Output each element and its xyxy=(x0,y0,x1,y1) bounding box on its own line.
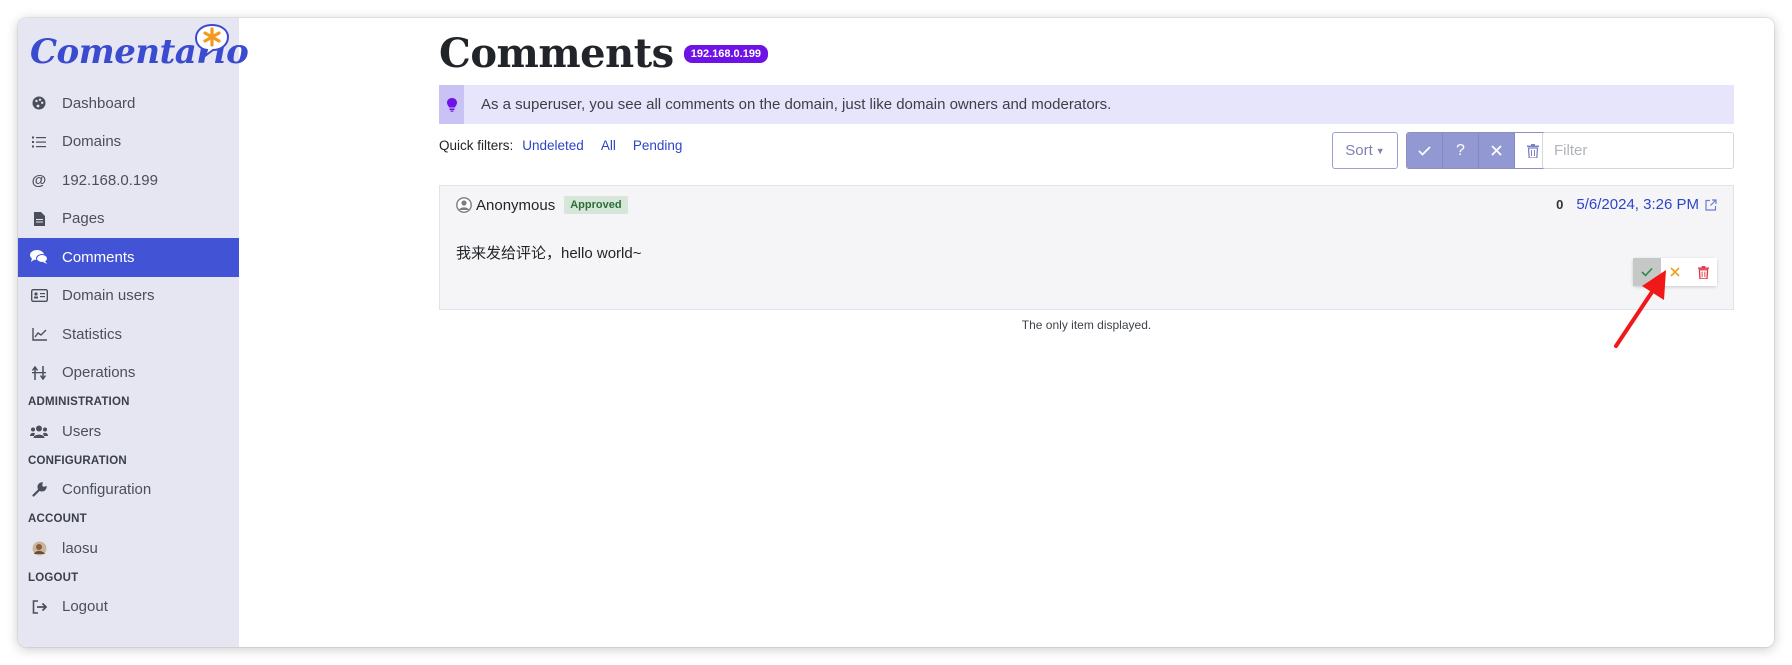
sidebar-item-users[interactable]: Users xyxy=(18,412,239,451)
logo[interactable]: Comentario xyxy=(30,22,249,82)
sidebar-item-dashboard[interactable]: Dashboard xyxy=(18,84,239,123)
sidebar-nav: Dashboard Domains @ 192.168.0.199 Pages xyxy=(18,84,239,626)
sidebar-item-label: laosu xyxy=(62,539,98,557)
sidebar: Comentario Dashboard Domains @ 192.168.0… xyxy=(18,18,249,647)
status-filter-group: ? xyxy=(1406,132,1552,169)
section-administration: ADMINISTRATION xyxy=(28,396,130,408)
info-alert: As a superuser, you see all comments on … xyxy=(439,85,1734,124)
sidebar-item-label: Operations xyxy=(62,364,136,382)
sidebar-item-pages[interactable]: Pages xyxy=(18,200,239,239)
list-icon xyxy=(30,133,48,151)
trash-icon xyxy=(1527,143,1539,158)
filter-all[interactable]: All xyxy=(601,138,616,153)
sort-button[interactable]: Sort ▼ xyxy=(1332,132,1398,169)
filter-rejected-button[interactable] xyxy=(1479,133,1515,168)
id-card-icon xyxy=(30,287,48,305)
section-account: ACCOUNT xyxy=(28,513,87,525)
sidebar-item-label: Pages xyxy=(62,210,105,228)
sidebar-item-statistics[interactable]: Statistics xyxy=(18,315,239,354)
sidebar-item-label: 192.168.0.199 xyxy=(62,171,158,189)
comment-meta: 0 5/6/2024, 3:26 PM xyxy=(1556,196,1717,213)
comment-header: Anonymous Approved xyxy=(456,196,628,214)
comment-author: Anonymous xyxy=(476,196,556,214)
sidebar-item-label: Statistics xyxy=(62,325,123,343)
status-badge: Approved xyxy=(564,196,628,214)
lightbulb-icon xyxy=(439,85,464,124)
section-logout: LOGOUT xyxy=(28,571,79,584)
file-icon xyxy=(30,210,48,228)
caret-down-icon: ▼ xyxy=(1375,145,1385,156)
main-content: Comments 192.168.0.199 As a superuser, y… xyxy=(239,18,1774,647)
annotation-arrow-icon xyxy=(1614,270,1666,348)
comment-toolbar: Sort ▼ ? xyxy=(1332,132,1552,169)
close-icon xyxy=(1491,145,1502,156)
sidebar-item-label: Configuration xyxy=(62,481,152,499)
avatar xyxy=(30,539,48,557)
filter-approved-button[interactable] xyxy=(1407,133,1443,168)
sidebar-item-domains[interactable]: Domains xyxy=(18,123,239,162)
sidebar-item-label: Comments xyxy=(62,248,135,266)
sidebar-item-label: Dashboard xyxy=(62,94,136,112)
external-link-icon[interactable] xyxy=(1705,198,1717,211)
sidebar-item-label: Users xyxy=(62,422,102,440)
sort-label: Sort xyxy=(1345,142,1373,159)
sidebar-item-label: Domain users xyxy=(62,287,155,305)
comment-text: 我来发给评论，hello world~ xyxy=(456,245,642,262)
alert-text: As a superuser, you see all comments on … xyxy=(481,96,1112,113)
title-row: Comments 192.168.0.199 xyxy=(439,30,769,77)
trash-icon xyxy=(1697,265,1709,279)
logout-icon xyxy=(30,598,48,616)
sidebar-item-domain-users[interactable]: Domain users xyxy=(18,277,239,316)
sidebar-item-label: Domains xyxy=(62,133,122,151)
check-icon xyxy=(1418,145,1431,156)
logo-bubble-icon xyxy=(194,23,230,58)
domain-badge: 192.168.0.199 xyxy=(683,44,769,63)
sidebar-item-comments[interactable]: Comments xyxy=(18,238,239,277)
page-title: Comments xyxy=(439,30,674,77)
quick-filters: Quick filters: Undeleted All Pending xyxy=(439,138,699,153)
sidebar-item-domain[interactable]: @ 192.168.0.199 xyxy=(18,161,239,200)
comment-score: 0 xyxy=(1556,197,1564,212)
sliders-icon xyxy=(30,364,48,382)
sidebar-item-configuration[interactable]: Configuration xyxy=(18,471,239,510)
section-configuration: CONFIGURATION xyxy=(28,454,127,467)
app-window: Comentario Dashboard Domains @ 192.168.0… xyxy=(18,18,1774,647)
wrench-icon xyxy=(30,481,48,499)
filter-undeleted[interactable]: Undeleted xyxy=(522,138,584,153)
comments-icon xyxy=(30,248,48,266)
sidebar-item-operations[interactable]: Operations xyxy=(18,354,239,393)
chart-line-icon xyxy=(30,325,48,343)
filter-pending-button[interactable]: ? xyxy=(1443,133,1479,168)
filter-pending[interactable]: Pending xyxy=(633,138,683,153)
at-icon: @ xyxy=(31,171,47,189)
sidebar-item-label: Logout xyxy=(62,598,108,616)
users-icon xyxy=(30,422,48,440)
filter-input[interactable] xyxy=(1542,132,1734,169)
palette-icon xyxy=(30,94,48,112)
sidebar-item-account[interactable]: laosu xyxy=(18,529,239,568)
sidebar-item-logout[interactable]: Logout xyxy=(18,588,239,627)
footer-note: The only item displayed. xyxy=(1021,318,1152,332)
comment-date-link[interactable]: 5/6/2024, 3:26 PM xyxy=(1576,196,1699,213)
delete-button[interactable] xyxy=(1689,258,1717,286)
quick-filters-label: Quick filters: xyxy=(439,138,514,153)
comment-card: Anonymous Approved 0 5/6/2024, 3:26 PM 我… xyxy=(439,185,1734,310)
question-icon: ? xyxy=(1456,141,1465,159)
user-avatar-icon xyxy=(456,197,472,213)
